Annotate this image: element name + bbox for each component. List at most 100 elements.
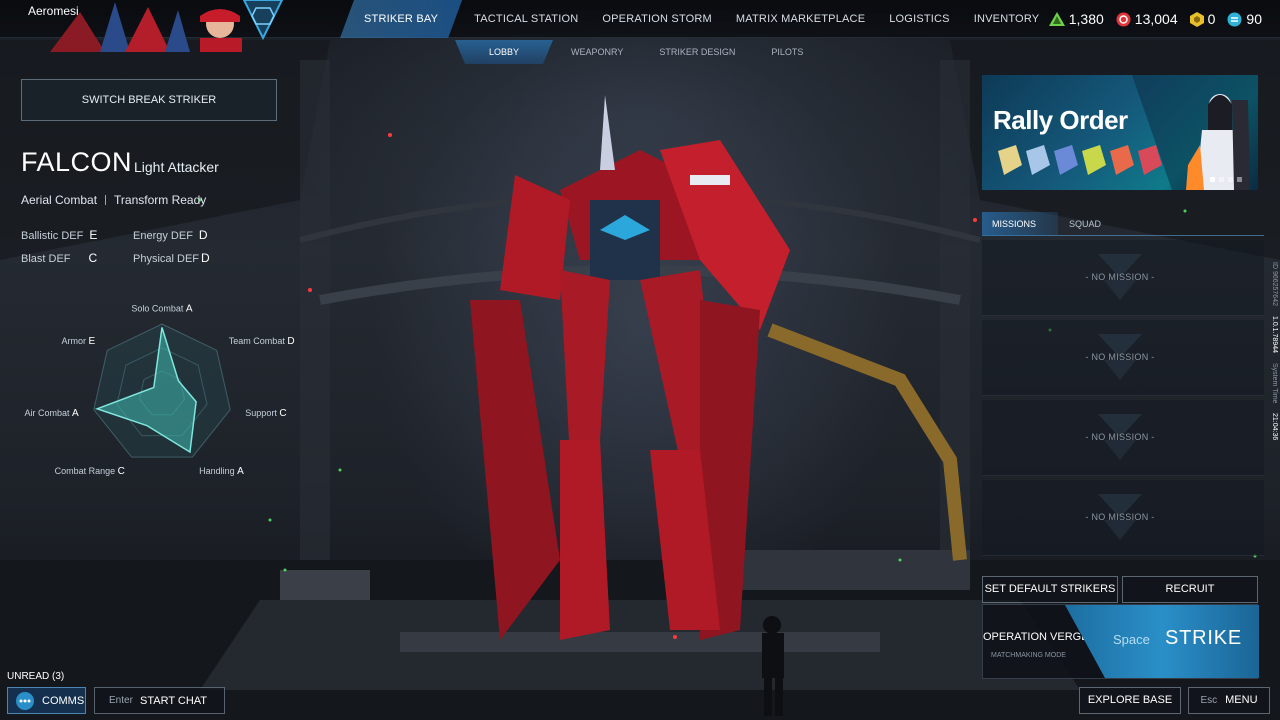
operation-name[interactable]: OPERATION VERGE [983, 631, 1089, 643]
radar-axis-label: Armor E [62, 336, 96, 347]
banner-dot[interactable] [1219, 177, 1224, 182]
def-energy: Energy DEF D [133, 228, 208, 242]
def-ballistic-label: Ballistic DEF [21, 230, 84, 242]
menu-label: MENU [1225, 694, 1258, 706]
radar-axis-grade: C [118, 466, 125, 477]
build-version: 1.0.1.78944 [1271, 315, 1278, 353]
main-nav: STRIKER BAY TACTICAL STATION OPERATION S… [340, 0, 1051, 38]
def-physical-grade: D [201, 251, 210, 265]
mission-label: - NO MISSION - [1085, 512, 1155, 522]
mission-tabs: MISSIONS SQUAD [982, 212, 1264, 236]
mission-slot[interactable]: - NO MISSION - [982, 480, 1264, 556]
def-blast: Blast DEF C [21, 251, 97, 265]
mission-slot[interactable]: - NO MISSION - [982, 320, 1264, 396]
tab-missions[interactable]: MISSIONS [982, 212, 1058, 236]
striker-traits: Aerial Combat Transform Ready [21, 193, 206, 207]
def-physical: Physical DEF D [133, 251, 210, 265]
menu-button[interactable]: Esc MENU [1188, 687, 1270, 714]
mission-label: - NO MISSION - [1085, 432, 1155, 442]
mission-list: - NO MISSION - - NO MISSION - - NO MISSI… [982, 240, 1264, 556]
subnav-lobby[interactable]: LOBBY [455, 40, 553, 64]
recruit-button[interactable]: RECRUIT [1122, 576, 1258, 603]
striker-name: FALCON [21, 147, 133, 177]
currency-blue-value: 90 [1246, 11, 1262, 27]
strike-key-hint: Space [1113, 632, 1150, 647]
banner-dot[interactable] [1228, 177, 1233, 182]
nav-striker-bay[interactable]: STRIKER BAY [340, 0, 462, 38]
radar-axis-grade: E [89, 336, 96, 347]
radar-axis-label: Solo Combat A [131, 304, 193, 315]
currency-red[interactable]: 13,004 [1116, 11, 1178, 27]
strike-label: STRIKE [1165, 627, 1243, 649]
banner-title: Rally Order [993, 105, 1128, 135]
radar-axis-label: Combat Range C [55, 466, 125, 477]
currency-blue[interactable]: 90 [1227, 11, 1262, 27]
mission-slot[interactable]: - NO MISSION - [982, 400, 1264, 476]
subnav-pilots[interactable]: PILOTS [753, 40, 821, 64]
matchmaking-mode: MATCHMAKING MODE [991, 652, 1066, 659]
currency-green-value: 1,380 [1068, 11, 1104, 27]
currency-red-value: 13,004 [1134, 11, 1178, 27]
nav-matrix-marketplace[interactable]: MATRIX MARKETPLACE [724, 0, 877, 38]
trait-transform-ready: Transform Ready [114, 193, 207, 207]
radar-axis-grade: D [287, 336, 294, 347]
def-ballistic-grade: E [89, 228, 98, 242]
defense-grades: Ballistic DEF E Energy DEF D Blast DEF C Ph… [21, 228, 241, 268]
sub-nav: LOBBY WEAPONRY STRIKER DESIGN PILOTS [455, 40, 821, 64]
def-energy-label: Energy DEF [133, 230, 193, 242]
switch-break-striker-button[interactable]: SWITCH BREAK STRIKER [21, 79, 277, 121]
currency-gold-value: 0 [1207, 11, 1216, 27]
radar-axis-grade: A [237, 466, 244, 477]
banner-pagination [1206, 177, 1242, 182]
menu-key-hint: Esc [1200, 695, 1218, 706]
mech-falcon-figure [470, 95, 790, 640]
subnav-striker-design[interactable]: STRIKER DESIGN [641, 40, 753, 64]
radar-axis-label: Support C [245, 408, 286, 419]
player-id: ID 966257642 [1271, 262, 1278, 306]
trait-divider [105, 195, 107, 205]
start-chat-label: START CHAT [140, 695, 208, 707]
currency-gold[interactable]: 0 [1189, 11, 1216, 27]
currency-bar: 1,380 13,004 0 90 [1037, 0, 1262, 38]
def-energy-grade: D [198, 228, 208, 242]
rally-order-banner[interactable]: Rally Order [982, 75, 1258, 190]
def-physical-label: Physical DEF [133, 253, 200, 265]
banner-dot[interactable] [1210, 177, 1215, 182]
banner-shield-icons [998, 145, 1162, 175]
mission-label: - NO MISSION - [1085, 272, 1155, 282]
nav-operation-storm[interactable]: OPERATION STORM [590, 0, 724, 38]
nav-tactical-station[interactable]: TACTICAL STATION [462, 0, 590, 38]
blue-token-icon [1227, 12, 1242, 26]
subnav-weaponry[interactable]: WEAPONRY [553, 40, 641, 64]
radar-axis-grade: C [279, 408, 286, 419]
tab-squad[interactable]: SQUAD [1069, 212, 1101, 236]
radar-axis-grade: A [72, 408, 79, 419]
set-default-strikers-button[interactable]: SET DEFAULT STRIKERS [982, 576, 1118, 603]
explore-base-button[interactable]: EXPLORE BASE [1079, 687, 1181, 714]
mission-slot[interactable]: - NO MISSION - [982, 240, 1264, 316]
squad-portraits[interactable] [50, 2, 260, 52]
strike-panel: OPERATION VERGE MATCHMAKING MODE Space S… [982, 604, 1259, 679]
red-coin-icon [1116, 12, 1131, 26]
system-time-label: System Time [1271, 362, 1278, 404]
comms-label: COMMS [42, 695, 85, 707]
def-ballistic: Ballistic DEF E [21, 228, 97, 242]
green-crystal-icon [1048, 12, 1065, 26]
banner-dot[interactable] [1237, 177, 1242, 182]
comms-button[interactable]: COMMS [7, 687, 86, 714]
radar-axis-label: Team Combat D [229, 336, 295, 347]
striker-class: Light Attacker [134, 159, 219, 175]
chat-key-hint: Enter [109, 695, 133, 706]
currency-green[interactable]: 1,380 [1048, 11, 1104, 27]
def-blast-label: Blast DEF [21, 253, 71, 265]
system-info: ID 966257642 1.0.1.78944 System Time 21:… [1268, 262, 1278, 462]
rank-hex-icon[interactable] [240, 0, 286, 40]
mission-label: - NO MISSION - [1085, 352, 1155, 362]
combat-radar-chart: Solo Combat A Team Combat D Support C Handl… [25, 304, 295, 477]
radar-axis-label: Handling A [199, 466, 244, 477]
gold-hex-icon [1189, 11, 1204, 27]
nav-logistics[interactable]: LOGISTICS [877, 0, 961, 38]
start-chat-button[interactable]: Enter START CHAT [94, 687, 225, 714]
comms-icon [16, 692, 34, 710]
unread-count: UNREAD (3) [7, 671, 65, 682]
